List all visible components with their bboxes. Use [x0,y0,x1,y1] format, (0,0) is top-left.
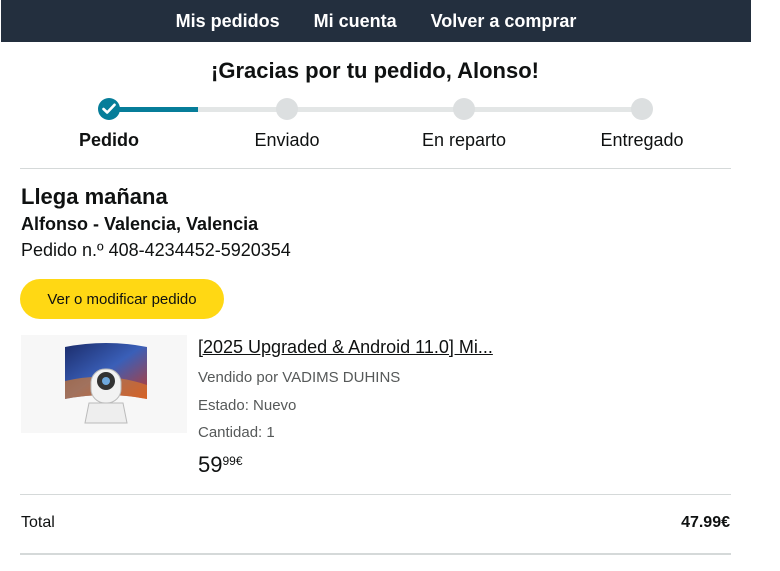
nav-buy-again-link[interactable]: Volver a comprar [431,11,577,32]
nav-my-orders-link[interactable]: Mis pedidos [176,11,280,32]
delivery-eta: Llega mañana [21,184,168,209]
step-delivered-label: Entregado [600,130,684,150]
step-delivered-dot [631,98,653,120]
step-ordered-label: Pedido [78,130,140,150]
seller-text: Vendido por VADIMS DUHINS [198,369,401,386]
price-fraction: 99€ [222,454,243,468]
top-navigation: Mis pedidos Mi cuenta Volver a comprar [1,0,751,42]
condition-text: Estado: Nuevo [198,397,297,414]
total-label: Total [21,514,55,531]
shipping-address: Alfonso - Valencia, Valencia [21,214,259,234]
order-progress-tracker: Pedido Enviado En reparto Entregado [0,96,750,156]
item-price: 5999€ [198,452,243,478]
price-whole: 59 [198,452,223,477]
thank-you-heading: ¡Gracias por tu pedido, Alonso! [211,58,539,83]
product-title-link[interactable]: [2025 Upgraded & Android 11.0] Mi... [198,337,493,358]
step-shipped-dot [276,98,298,120]
order-number: Pedido n.º 408-4234452-5920354 [21,240,291,260]
total-value: 47.99€ [681,514,730,531]
product-image[interactable] [21,335,187,433]
divider [20,168,731,169]
divider [20,553,731,555]
nav-my-account-link[interactable]: Mi cuenta [314,11,397,32]
quantity-text: Cantidad: 1 [198,424,275,441]
step-out-for-delivery-label: En reparto [421,130,507,150]
step-ordered-check-icon [98,98,120,120]
projector-icon [65,343,147,424]
view-edit-order-button[interactable]: Ver o modificar pedido [20,279,224,319]
step-shipped-label: Enviado [254,130,320,150]
step-out-for-delivery-dot [453,98,475,120]
divider [20,494,731,495]
progress-fill [109,107,198,112]
